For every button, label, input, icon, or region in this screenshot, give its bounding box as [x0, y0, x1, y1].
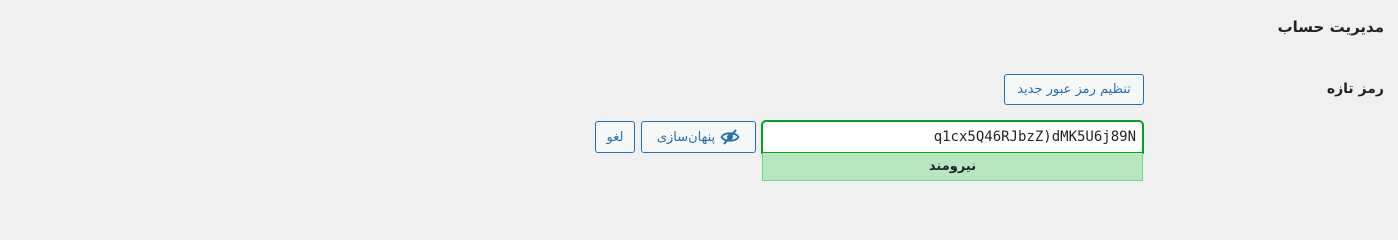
eye-slash-icon: [720, 129, 740, 145]
password-strength-indicator: نیرومند: [762, 153, 1143, 181]
hide-password-button[interactable]: پنهان‌سازی: [641, 121, 756, 153]
account-management-title: مدیریت حساب: [1277, 18, 1384, 36]
new-password-label: رمز تازه: [1326, 81, 1384, 97]
cancel-button[interactable]: لغو: [595, 121, 635, 153]
set-new-password-button[interactable]: تنظیم رمز عبور جدید: [1004, 74, 1144, 105]
new-password-input[interactable]: [762, 121, 1143, 153]
hide-password-label: پنهان‌سازی: [656, 129, 716, 145]
